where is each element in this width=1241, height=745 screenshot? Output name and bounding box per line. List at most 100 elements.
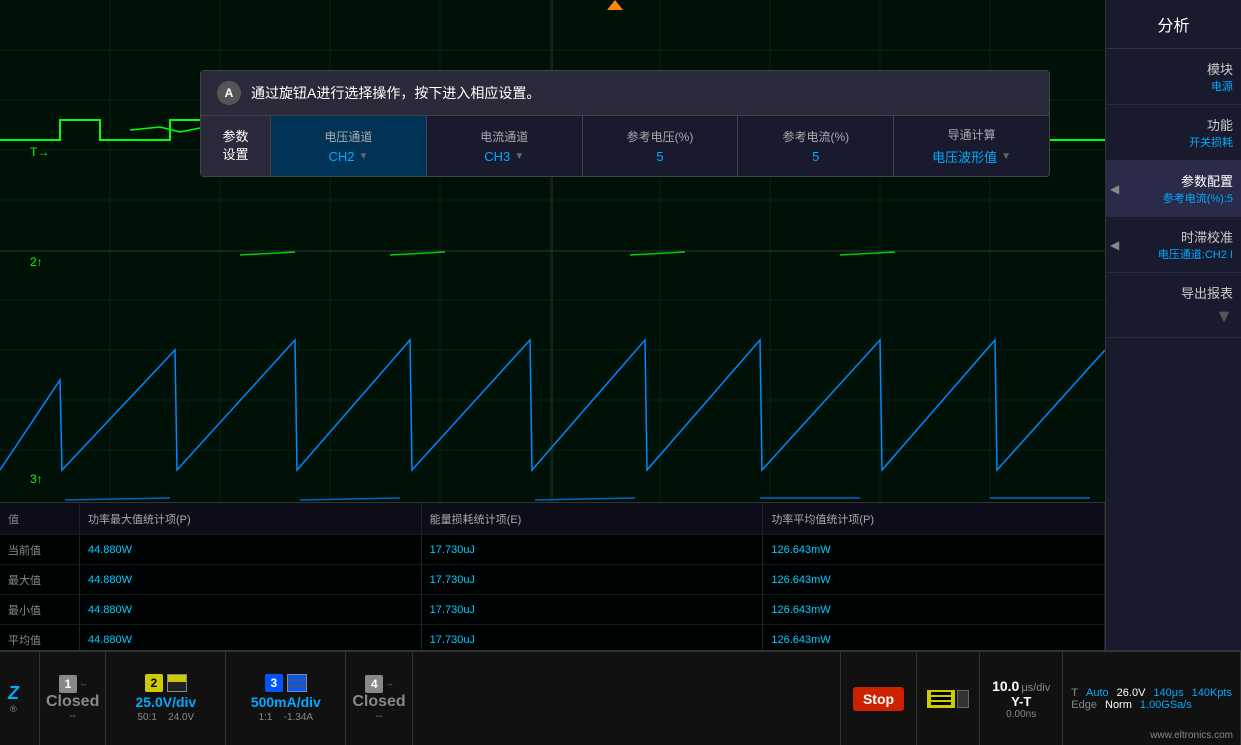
meas-row-current: 当前值 44.880W 17.730uJ 126.643mW — [0, 535, 1105, 565]
ch3-indicator-icon — [287, 674, 307, 692]
ch2-trigger-indicator — [917, 652, 980, 745]
param-settings-row: 参数设置 电压通道 CH2 ▼ 电流通道 CH3 ▼ — [201, 116, 1049, 176]
ch3-sub-row: 1:1 -1.34A — [259, 712, 314, 723]
meas-col-pavg: 功率平均值统计项(P) — [763, 503, 1105, 534]
param-cell-conduction-calc[interactable]: 导通计算 电压波形值 ▼ — [894, 116, 1049, 176]
meas-val-current-pmax: 44.880W — [80, 535, 422, 564]
watermark: www.eltronics.com — [1150, 730, 1233, 741]
right-panel-timing-label: 时滞校准 — [1114, 227, 1233, 246]
dialog-icon: A — [217, 81, 241, 105]
param-val-voltage-ch: CH2 ▼ — [328, 149, 368, 164]
ch4-dash-down: -- — [376, 711, 383, 722]
right-panel-module[interactable]: 模块 电源 — [1106, 49, 1241, 105]
meas-col-label: 值 — [0, 503, 80, 534]
ch4-number: 4 — [365, 675, 383, 693]
param-dialog: A 通过旋钮A进行选择操作，按下进入相应设置。 参数设置 电压通道 CH2 ▼ … — [200, 70, 1050, 177]
ch2-group[interactable]: 2 25.0V/div 50:1 24.0V — [106, 652, 226, 745]
time-main-value: 10.0 — [992, 678, 1019, 694]
stop-btn-area[interactable]: Stop — [841, 652, 917, 745]
ch4-dash-up: -- — [387, 680, 392, 689]
right-panel-params-label: 参数配置 — [1114, 171, 1233, 190]
meas-label-avg: 平均值 — [0, 625, 80, 650]
right-panel-module-label: 模块 — [1114, 59, 1233, 78]
trigger-v-val: 26.0V — [1117, 687, 1146, 699]
trigger-t2-val: 140μs — [1153, 687, 1183, 699]
ch2-indicator-icon — [167, 674, 187, 692]
param-val-ref-volt: 5 — [656, 149, 663, 164]
param-cell-current-ch[interactable]: 电流通道 CH3 ▼ — [427, 116, 583, 176]
right-panel-timing[interactable]: ◀ 时滞校准 电压通道:CH2 I — [1106, 217, 1241, 273]
dialog-instruction: 通过旋钮A进行选择操作，按下进入相应设置。 — [251, 83, 540, 103]
meas-val-avg-pavg: 126.643mW — [763, 625, 1105, 650]
measurement-table: 值 功率最大值统计项(P) 能量损耗统计项(E) 功率平均值统计项(P) 当前值… — [0, 502, 1105, 650]
trigger-edge-key: Edge — [1071, 699, 1097, 711]
param-cell-ref-volt[interactable]: 参考电压(%) 5 — [583, 116, 739, 176]
marker-2: 2↑ — [30, 255, 43, 269]
param-val-ref-curr: 5 — [812, 149, 819, 164]
right-panel-params-sub: 参考电流(%):5 — [1114, 190, 1233, 206]
export-arrow-icon: ▼ — [1114, 302, 1233, 327]
ch1-dash-down: -- — [69, 711, 76, 722]
arrow-icon-params: ◀ — [1110, 182, 1119, 196]
time-div-section[interactable]: 10.0 μs/div Y-T 0.00ns — [980, 652, 1063, 745]
meas-val-min-pmax: 44.880W — [80, 595, 422, 624]
ch2-sub-row: 50:1 24.0V — [137, 712, 194, 723]
zlg-logo: Z ® — [8, 683, 19, 714]
right-panel-module-sub: 电源 — [1114, 78, 1233, 94]
bottom-bar: Z ® 1 -- Closed -- 2 25.0V/div 50:1 24.0… — [0, 650, 1241, 745]
trigger-kpts: 140Kpts — [1192, 687, 1232, 699]
ch1-group[interactable]: 1 -- Closed -- — [40, 652, 106, 745]
time-sub-val: 0.00ns — [1006, 709, 1036, 720]
trigger-t-val: Auto — [1086, 687, 1109, 699]
meas-val-current-eloss: 17.730uJ — [422, 535, 764, 564]
meas-col-eloss: 能量损耗统计项(E) — [422, 503, 764, 534]
right-panel-function[interactable]: 功能 开关损耗 — [1106, 105, 1241, 161]
meas-val-avg-pmax: 44.880W — [80, 625, 422, 650]
meas-row-min: 最小值 44.880W 17.730uJ 126.643mW — [0, 595, 1105, 625]
dropdown-arrow-1: ▼ — [514, 151, 524, 162]
meas-row-avg: 平均值 44.880W 17.730uJ 126.643mW — [0, 625, 1105, 650]
right-panel: 分析 模块 电源 功能 开关损耗 ◀ 参数配置 参考电流(%):5 ◀ 时滞校准… — [1105, 0, 1241, 650]
right-panel-export[interactable]: 导出报表 ▼ — [1106, 273, 1241, 338]
dialog-body: 参数设置 电压通道 CH2 ▼ 电流通道 CH3 ▼ — [201, 116, 1049, 176]
meas-header-row: 值 功率最大值统计项(P) 能量损耗统计项(E) 功率平均值统计项(P) — [0, 503, 1105, 535]
arrow-icon-timing: ◀ — [1110, 238, 1119, 252]
meas-val-min-pavg: 126.643mW — [763, 595, 1105, 624]
meas-val-max-eloss: 17.730uJ — [422, 565, 764, 594]
param-title-ref-curr: 参考电流(%) — [782, 128, 849, 145]
trigger-norm-val: Norm — [1105, 699, 1132, 711]
param-cell-voltage-ch[interactable]: 电压通道 CH2 ▼ — [271, 116, 427, 176]
param-label: 参数设置 — [201, 116, 271, 176]
right-panel-function-sub: 开关损耗 — [1114, 134, 1233, 150]
right-panel-export-label: 导出报表 — [1114, 283, 1233, 302]
ch1-dash-up: -- — [81, 680, 86, 689]
ch2-number: 2 — [145, 674, 163, 692]
meas-label-max: 最大值 — [0, 565, 80, 594]
right-panel-timing-sub: 电压通道:CH2 I — [1114, 246, 1233, 262]
dropdown-arrow-0: ▼ — [358, 151, 368, 162]
ch2-trigger-box — [927, 690, 969, 708]
right-panel-params[interactable]: ◀ 参数配置 参考电流(%):5 — [1106, 161, 1241, 217]
trigger-row-1: T Auto 26.0V 140μs 140Kpts — [1071, 687, 1232, 699]
ch3-curr-div: 500mA/div — [251, 694, 321, 710]
yt-label: Y-T — [1011, 694, 1031, 709]
param-val-current-ch: CH3 ▼ — [484, 149, 524, 164]
ch4-closed-label: Closed — [352, 693, 405, 711]
meas-val-min-eloss: 17.730uJ — [422, 595, 764, 624]
ch2-top: 2 — [145, 674, 187, 692]
ch4-group[interactable]: 4 -- Closed -- — [346, 652, 412, 745]
ch3-group[interactable]: 3 500mA/div 1:1 -1.34A — [226, 652, 346, 745]
dialog-header: A 通过旋钮A进行选择操作，按下进入相应设置。 — [201, 71, 1049, 116]
meas-val-avg-eloss: 17.730uJ — [422, 625, 764, 650]
ch3-number: 3 — [265, 674, 283, 692]
right-panel-title: 分析 — [1106, 0, 1241, 49]
ch2-volt-div: 25.0V/div — [135, 694, 196, 710]
dropdown-arrow-4: ▼ — [1001, 151, 1011, 162]
param-val-conduction: 电压波形值 ▼ — [932, 147, 1011, 166]
zlg-logo-area: Z ® — [0, 652, 40, 745]
param-title-conduction: 导通计算 — [948, 126, 996, 143]
trigger-t-key: T — [1071, 687, 1078, 699]
trigger-row-2: Edge Norm 1.00GSa/s — [1071, 699, 1232, 711]
stop-button[interactable]: Stop — [853, 687, 904, 711]
param-cell-ref-curr[interactable]: 参考电流(%) 5 — [738, 116, 894, 176]
